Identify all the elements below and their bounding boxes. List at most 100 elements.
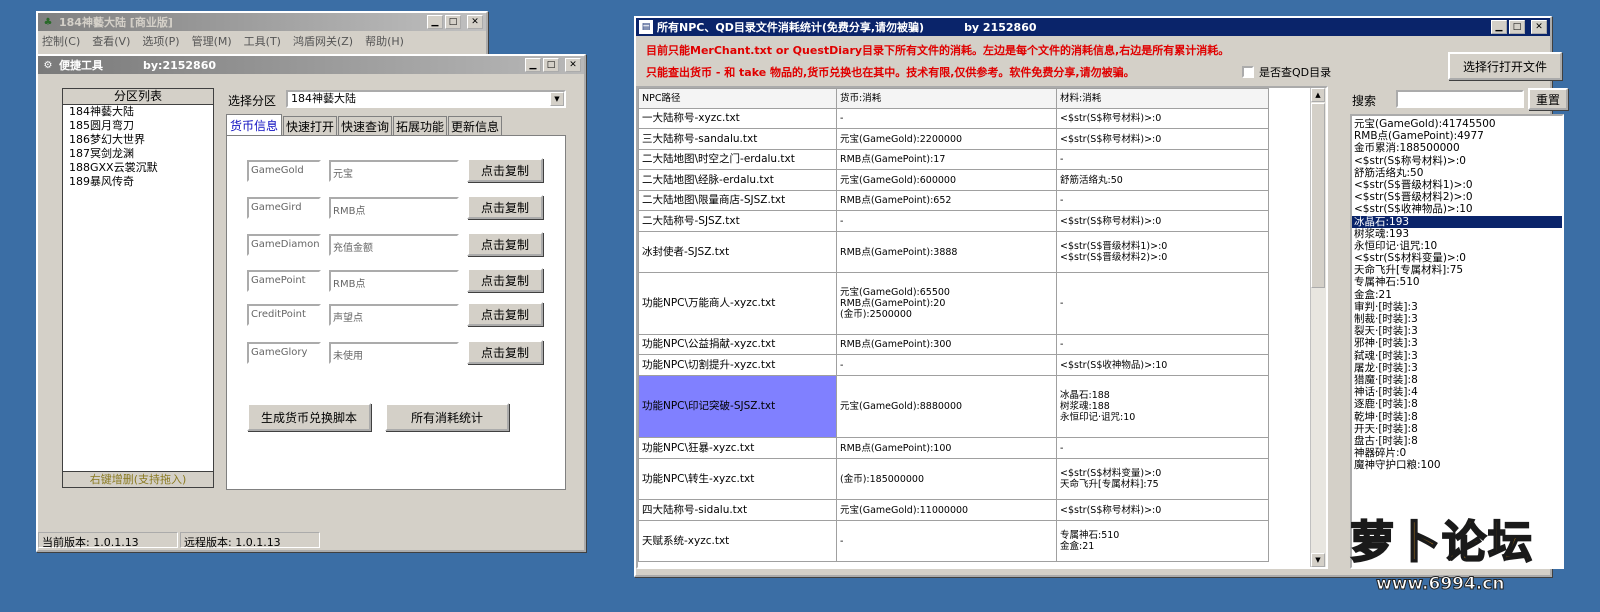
- menu-gateway[interactable]: 鸿盾网关(Z): [293, 33, 353, 49]
- currency-key-field[interactable]: GameGlory: [247, 342, 321, 364]
- total-item[interactable]: <$str(S$晋级材料2)>:0: [1352, 191, 1562, 203]
- tab-quick-query[interactable]: 快速查询: [338, 116, 392, 136]
- menu-options[interactable]: 选项(P): [142, 33, 179, 49]
- table-row[interactable]: 二大陆地图\限量商店-SJSZ.txt RMB点(GamePoint):652-: [638, 190, 1269, 211]
- total-item[interactable]: 元宝(GameGold):41745500: [1352, 118, 1562, 130]
- totals-list[interactable]: 元宝(GameGold):41745500 RMB点(GamePoint):49…: [1350, 114, 1564, 569]
- menu-tools[interactable]: 工具(T): [244, 33, 281, 49]
- total-item[interactable]: <$str(S$材料变量)>:0: [1352, 252, 1562, 264]
- total-item[interactable]: 屠龙·[时装]:3: [1352, 362, 1562, 374]
- total-item[interactable]: 盘古·[时装]:8: [1352, 435, 1562, 447]
- open-file-button[interactable]: 选择行打开文件: [1448, 52, 1562, 80]
- table-row[interactable]: 功能NPC\狂暴-xyzc.txt RMB点(GamePoint):100-: [638, 437, 1269, 459]
- total-item[interactable]: 舒筋活络丸:50: [1352, 167, 1562, 179]
- menu-manage[interactable]: 管理(M): [192, 33, 232, 49]
- all-stats-button[interactable]: 所有消耗统计: [385, 403, 509, 431]
- copy-button[interactable]: 点击复制: [467, 268, 543, 292]
- column-header-path[interactable]: NPC路径: [638, 88, 837, 109]
- total-item[interactable]: <$str(S$称号材料)>:0: [1352, 155, 1562, 167]
- partition-list[interactable]: 184神藝大陆 185圆月弯刀 186梦幻大世界 187冥剑龙渊 188GXX云…: [63, 105, 213, 191]
- total-item[interactable]: <$str(S$收神物品)>:10: [1352, 203, 1562, 215]
- chevron-down-icon[interactable]: ▼: [550, 92, 564, 106]
- table-row[interactable]: 二大陆称号-SJSZ.txt - <$str(S$称号材料)>:0: [638, 210, 1269, 232]
- menu-control[interactable]: 控制(C): [42, 33, 80, 49]
- copy-button[interactable]: 点击复制: [467, 195, 543, 219]
- search-input[interactable]: [1396, 90, 1524, 108]
- table-row[interactable]: 四大陆称号-sidalu.txt 元宝(GameGold):11000000 <$s…: [638, 499, 1269, 521]
- menu-help[interactable]: 帮助(H): [365, 33, 404, 49]
- total-item[interactable]: 制裁·[时装]:3: [1352, 313, 1562, 325]
- close-icon[interactable]: ✕: [1531, 20, 1547, 34]
- currency-key-field[interactable]: GameGird: [247, 197, 321, 219]
- total-item[interactable]: 审判·[时装]:3: [1352, 301, 1562, 313]
- partition-item[interactable]: 184神藝大陆: [67, 105, 209, 120]
- currency-name-field[interactable]: 充值金额: [329, 234, 459, 256]
- total-item[interactable]: 天命飞升[专属材料]:75: [1352, 264, 1562, 276]
- minimize-icon[interactable]: ▁: [525, 58, 541, 72]
- total-item[interactable]: 逐鹿·[时装]:8: [1352, 398, 1562, 410]
- total-item[interactable]: 永恒印记·诅咒:10: [1352, 240, 1562, 252]
- table-row[interactable]: 天赋系统-xyzc.txt - 专属神石:510 金盒:21: [638, 520, 1269, 562]
- currency-name-field[interactable]: 未使用: [329, 342, 459, 364]
- total-item[interactable]: 开天·[时装]:8: [1352, 423, 1562, 435]
- close-icon[interactable]: ✕: [565, 58, 581, 72]
- currency-name-field[interactable]: RMB点: [329, 197, 459, 219]
- partition-select[interactable]: 184神藝大陆 ▼: [286, 90, 566, 108]
- qd-checkbox-group[interactable]: 是否查QD目录: [1242, 64, 1331, 80]
- qd-checkbox[interactable]: [1242, 66, 1254, 78]
- total-item[interactable]: 裂天·[时装]:3: [1352, 325, 1562, 337]
- table-row[interactable]: 冰封使者-SJSZ.txt RMB点(GamePoint):3888 <$str(S…: [638, 231, 1269, 273]
- total-item[interactable]: 树浆魂:193: [1352, 228, 1562, 240]
- total-item-selected[interactable]: 冰晶石:193: [1352, 215, 1562, 228]
- table-row[interactable]: 功能NPC\公益捐献-xyzc.txt RMB点(GamePoint):300-: [638, 334, 1269, 355]
- total-item[interactable]: 神器碎片:0: [1352, 447, 1562, 459]
- table-row-selected[interactable]: 功能NPC\印记突破-SJSZ.txt 元宝(GameGold):8880000 冰…: [638, 375, 1269, 438]
- total-item[interactable]: 乾坤·[时装]:8: [1352, 411, 1562, 423]
- total-item[interactable]: 金币累消:188500000: [1352, 142, 1562, 154]
- generate-script-button[interactable]: 生成货币兑换脚本: [247, 403, 371, 431]
- column-header-currency[interactable]: 货币:消耗: [836, 88, 1057, 109]
- minimize-icon[interactable]: ▁: [1491, 20, 1507, 34]
- total-item[interactable]: 神话·[时装]:4: [1352, 386, 1562, 398]
- copy-button[interactable]: 点击复制: [467, 340, 543, 364]
- tab-currency-info[interactable]: 货币信息: [226, 114, 282, 136]
- maximize-icon[interactable]: □: [1509, 20, 1525, 34]
- total-item[interactable]: 金盒:21: [1352, 289, 1562, 301]
- maximize-icon[interactable]: □: [543, 58, 559, 72]
- tab-quick-open[interactable]: 快速打开: [283, 116, 337, 136]
- partition-item[interactable]: 189暴风传奇: [67, 175, 209, 190]
- partition-item[interactable]: 186梦幻大世界: [67, 133, 209, 148]
- stats-title-bar[interactable]: ▤ 所有NPC、QD目录文件消耗统计(免费分享,请勿被骗) by 2152860 …: [636, 18, 1550, 36]
- currency-key-field[interactable]: CreditPoint: [247, 304, 321, 326]
- minimize-icon[interactable]: ▁: [427, 15, 443, 29]
- close-icon[interactable]: ✕: [467, 15, 483, 29]
- tab-update-info[interactable]: 更新信息: [448, 116, 502, 136]
- copy-button[interactable]: 点击复制: [467, 158, 543, 182]
- tab-extensions[interactable]: 拓展功能: [393, 116, 447, 136]
- currency-key-field[interactable]: GamePoint: [247, 270, 321, 292]
- scroll-down-icon[interactable]: ▼: [1311, 553, 1325, 567]
- table-row[interactable]: 功能NPC\万能商人-xyzc.txt 元宝(GameGold):65500 RM…: [638, 272, 1269, 335]
- table-row[interactable]: 二大陆地图\经脉-erdalu.txt 元宝(GameGold):600000 舒筋…: [638, 169, 1269, 191]
- main-title-bar[interactable]: ♣ 184神藝大陆 [商业版] ▁ □ ✕: [38, 13, 486, 31]
- partition-item[interactable]: 185圆月弯刀: [67, 119, 209, 134]
- currency-name-field[interactable]: 声望点: [329, 304, 459, 326]
- copy-button[interactable]: 点击复制: [467, 232, 543, 256]
- total-item[interactable]: 邪神·[时装]:3: [1352, 337, 1562, 349]
- currency-key-field[interactable]: GameGold: [247, 160, 321, 182]
- total-item[interactable]: 弑魂·[时装]:3: [1352, 350, 1562, 362]
- currency-name-field[interactable]: 元宝: [329, 160, 459, 182]
- copy-button[interactable]: 点击复制: [467, 302, 543, 326]
- scroll-up-icon[interactable]: ▲: [1311, 88, 1325, 102]
- total-item[interactable]: 魔神守护口粮:100: [1352, 459, 1562, 471]
- total-item[interactable]: 专属神石:510: [1352, 276, 1562, 288]
- table-row[interactable]: 功能NPC\转生-xyzc.txt (金币):185000000 <$str(S$材…: [638, 458, 1269, 500]
- table-row[interactable]: 二大陆地图\时空之门-erdalu.txt RMB点(GamePoint):17-: [638, 149, 1269, 170]
- currency-name-field[interactable]: RMB点: [329, 270, 459, 292]
- currency-key-field[interactable]: GameDiamond: [247, 234, 321, 256]
- total-item[interactable]: RMB点(GamePoint):4977: [1352, 130, 1562, 142]
- total-item[interactable]: <$str(S$晋级材料1)>:0: [1352, 179, 1562, 191]
- column-header-material[interactable]: 材料:消耗: [1056, 88, 1269, 109]
- partition-item[interactable]: 188GXX云裳沉默: [67, 161, 209, 176]
- scroll-thumb[interactable]: [1311, 103, 1325, 288]
